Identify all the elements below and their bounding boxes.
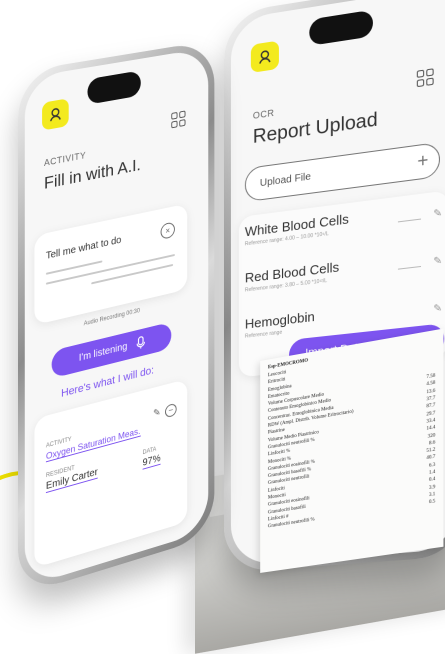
upload-file-field[interactable]: Upload File + (245, 142, 440, 203)
activity-result-card[interactable]: ACTIVITY Oxygen Saturation Meas. ✎ − RES… (34, 379, 187, 568)
dynamic-island (309, 10, 373, 46)
upload-file-label: Upload File (260, 171, 311, 189)
lab-report-paper: Esp-EMOCROMO Leucociti Eritrociti Emoglobi… (260, 329, 443, 573)
edit-pencil-icon[interactable]: ✎ (433, 208, 442, 220)
listening-label: I'm listening (79, 341, 128, 364)
clear-icon[interactable]: × (161, 221, 175, 239)
data-value[interactable]: 97% (143, 453, 161, 470)
waveform-line (91, 264, 173, 284)
section-label: ACTIVITY (44, 150, 86, 168)
left-phone: ACTIVITY Fill in with A.I. Tell me what … (18, 40, 214, 596)
menu-grid-icon[interactable] (417, 68, 434, 87)
add-icon: + (417, 150, 428, 173)
dynamic-island (87, 70, 140, 104)
edit-pencil-icon[interactable]: ✎ (433, 303, 442, 315)
edit-pencil-icon[interactable]: ✎ (433, 255, 442, 267)
left-phone-screen: ACTIVITY Fill in with A.I. Tell me what … (25, 48, 208, 587)
edit-pencil-icon[interactable]: ✎ (153, 407, 161, 420)
paper-rows: Leucociti Eritrociti Emoglobina Ematocrito V… (268, 343, 435, 531)
profile-icon[interactable] (42, 98, 69, 130)
microphone-icon (136, 335, 145, 351)
remove-icon[interactable]: − (165, 403, 177, 419)
menu-grid-icon[interactable] (171, 110, 185, 128)
profile-icon[interactable] (251, 41, 279, 73)
section-label: OCR (253, 108, 275, 121)
voice-prompt-card[interactable]: Tell me what to do × (34, 204, 187, 326)
prompt-text: Tell me what to do (46, 235, 121, 262)
